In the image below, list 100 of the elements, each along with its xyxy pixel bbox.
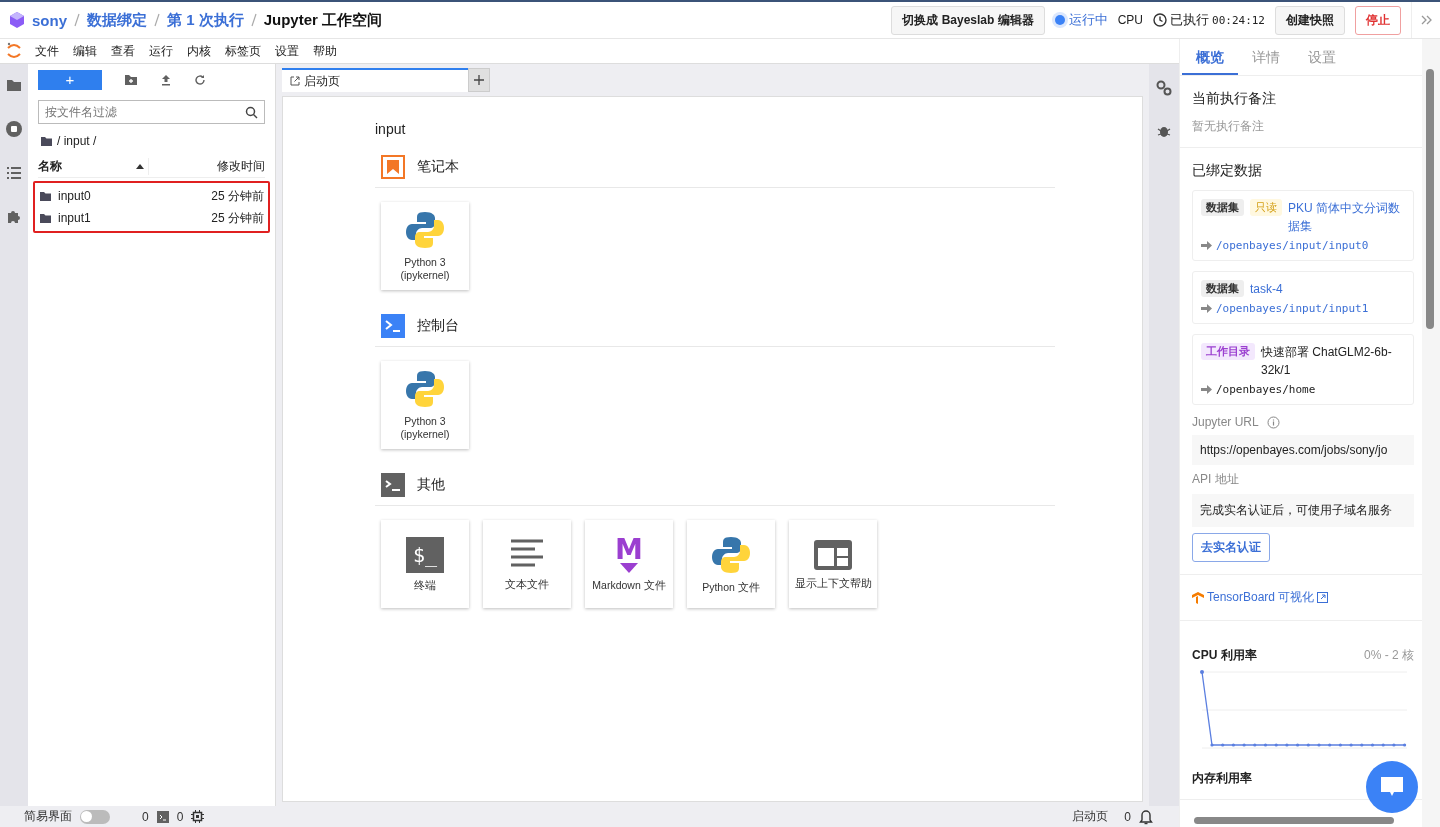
python-logo-icon — [711, 534, 751, 575]
section-heading: 已绑定数据 — [1192, 162, 1263, 180]
path-text: / input / — [57, 134, 97, 148]
folder-icon[interactable] — [40, 135, 53, 147]
elapsed-time: 00:24:12 — [1212, 13, 1265, 27]
menu-item[interactable]: 运行 — [142, 42, 180, 60]
add-tab-button[interactable] — [468, 68, 490, 92]
type-tag: 工作目录 — [1201, 343, 1255, 360]
tab[interactable]: 启动页 — [282, 68, 468, 92]
card-label: Python 3 (ipykernel) — [400, 256, 450, 282]
launch-icon — [290, 76, 300, 86]
breadcrumb-link[interactable]: 第 1 次执行 — [167, 10, 244, 30]
field-label: Jupyter URL — [1192, 415, 1259, 429]
running-dot — [1054, 15, 1065, 25]
breadcrumb-link[interactable]: 数据绑定 — [87, 10, 147, 30]
search-icon — [245, 106, 258, 119]
tensorboard-icon — [1192, 591, 1204, 604]
simple-mode-toggle[interactable] — [80, 809, 110, 824]
file-row[interactable]: input0 25 分钟前 — [39, 185, 264, 207]
type-tag: 数据集 — [1201, 280, 1244, 297]
refresh-icon[interactable] — [194, 74, 206, 86]
field-label: API 地址 — [1192, 471, 1239, 488]
workdir-name: 快速部署 ChatGLM2-6b-32k/1 — [1261, 344, 1393, 379]
status-text: 运行中 — [1068, 11, 1108, 29]
elapsed-label: 已执行 — [1170, 11, 1209, 29]
upload-icon[interactable] — [160, 74, 172, 86]
breadcrumb-link[interactable]: sony — [32, 11, 67, 29]
stop-button[interactable]: 停止 — [1355, 5, 1401, 35]
external-link-icon — [1317, 592, 1329, 603]
modified-time: 25 分钟前 — [211, 209, 264, 227]
jupyter-logo-icon — [6, 42, 22, 60]
dataset-link[interactable]: PKU 简体中文分词数据集 — [1288, 199, 1405, 235]
launcher-card[interactable]: $_ 终端 — [381, 520, 469, 608]
url-field[interactable]: https://openbayes.com/jobs/sony/jo — [1192, 435, 1414, 465]
column-header[interactable]: 修改时间 — [217, 158, 265, 175]
switch-editor-button[interactable]: 切换成 Bayeslab 编辑器 — [891, 5, 1045, 35]
launcher-card[interactable]: 显示上下文帮助 — [789, 520, 877, 608]
launcher-card[interactable]: Python 3 (ipykernel) — [381, 202, 469, 290]
slash-separator-icon — [73, 12, 81, 28]
console-icon — [381, 314, 405, 338]
folder-icon — [39, 212, 52, 224]
stop-circle-icon[interactable] — [5, 120, 23, 138]
breadcrumb-current: Jupyter 工作空间 — [263, 10, 383, 30]
bug-icon[interactable] — [1157, 124, 1171, 138]
panel-tab[interactable]: 概览 — [1182, 39, 1238, 75]
horizontal-scrollbar[interactable] — [1194, 817, 1394, 824]
python-logo-icon — [405, 369, 445, 410]
snapshot-button[interactable]: 创建快照 — [1275, 5, 1345, 35]
section-title: 其他 — [417, 476, 445, 494]
chat-button[interactable] — [1366, 761, 1418, 813]
new-folder-icon[interactable] — [124, 74, 138, 86]
filter-field[interactable]: 按文件名过滤 — [38, 100, 265, 124]
chart-title: 内存利用率 — [1192, 770, 1252, 787]
launcher-card[interactable]: M Markdown 文件 — [585, 520, 673, 608]
gears-icon[interactable] — [1156, 80, 1172, 96]
card-label: 显示上下文帮助 — [794, 576, 872, 590]
clock-icon — [1153, 13, 1167, 27]
menu-item[interactable]: 内核 — [180, 42, 218, 60]
menu-item[interactable]: 查看 — [104, 42, 142, 60]
mount-path: /openbayes/input/input0 — [1216, 239, 1369, 252]
arrow-icon — [1201, 385, 1212, 394]
new-launcher-button[interactable]: + — [38, 70, 102, 90]
folder-icon — [39, 190, 52, 202]
chart-title: CPU 利用率 — [1192, 647, 1257, 664]
tensorboard-link[interactable]: TensorBoard 可视化 — [1207, 589, 1315, 606]
current-tab-text: 启动页 — [1072, 808, 1109, 825]
mount-path: /openbayes/input/input1 — [1216, 302, 1369, 315]
puzzle-icon[interactable] — [6, 208, 22, 224]
folder-icon[interactable] — [6, 78, 22, 92]
list-icon[interactable] — [6, 166, 22, 180]
note-text: 暂无执行备注 — [1192, 118, 1265, 135]
python-logo-icon — [405, 210, 445, 251]
bell-icon[interactable] — [1139, 808, 1153, 825]
mount-path: /openbayes/home — [1216, 383, 1316, 396]
scrollbar[interactable] — [1426, 69, 1434, 329]
dataset-link[interactable]: task-4 — [1250, 280, 1283, 298]
verify-button[interactable]: 去实名认证 — [1192, 533, 1270, 562]
launcher-title: input — [375, 121, 407, 137]
simple-mode-label: 简易界面 — [24, 808, 72, 825]
file-row[interactable]: input1 25 分钟前 — [39, 207, 264, 229]
file-name: input0 — [58, 189, 92, 203]
column-header[interactable]: 名称 — [38, 158, 149, 175]
launcher-card[interactable]: Python 3 (ipykernel) — [381, 361, 469, 449]
modified-time: 25 分钟前 — [211, 187, 264, 205]
menu-item[interactable]: 设置 — [268, 42, 306, 60]
notification-count: 0 — [1124, 809, 1131, 824]
menu-item[interactable]: 标签页 — [218, 42, 268, 60]
menu-item[interactable]: 文件 — [28, 42, 66, 60]
api-field[interactable]: 完成实名认证后，可使用子域名服务 — [1192, 494, 1414, 527]
cpu-range: 0% - 2 核 — [1364, 647, 1414, 664]
menu-item[interactable]: 帮助 — [306, 42, 344, 60]
slash-separator-icon — [249, 12, 258, 28]
plus-icon — [474, 75, 484, 85]
logo-icon — [8, 11, 26, 29]
terminal-icon — [381, 473, 405, 497]
bookmark-icon — [381, 155, 405, 179]
menu-item[interactable]: 编辑 — [66, 42, 104, 60]
launcher-card[interactable]: Python 文件 — [687, 520, 775, 608]
launcher-card[interactable]: 文本文件 — [483, 520, 571, 608]
terminal-icon: $_ — [406, 536, 444, 573]
